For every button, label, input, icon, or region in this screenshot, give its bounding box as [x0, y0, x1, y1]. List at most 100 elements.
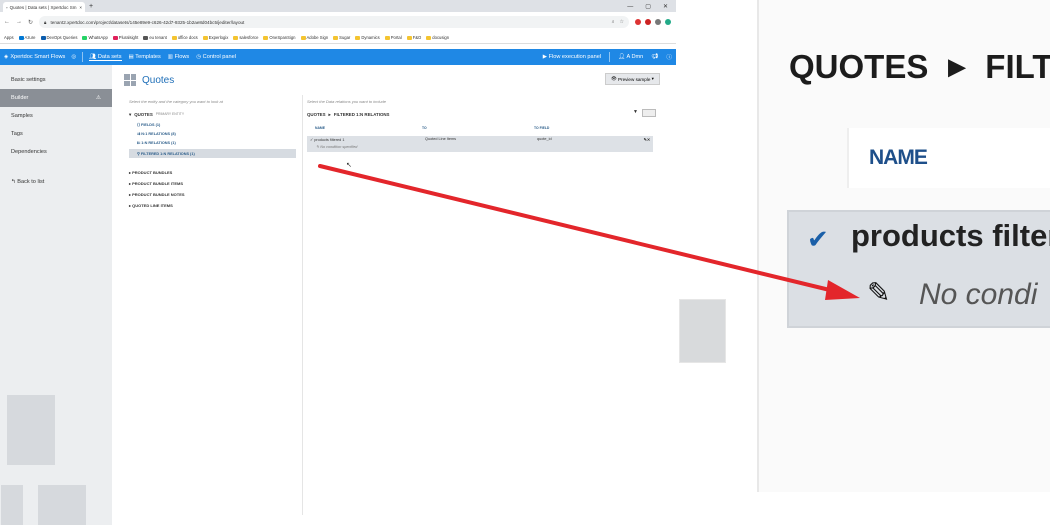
tree-item-label: FILTERED 1:N RELATIONS (1): [140, 152, 195, 156]
tree-children: ⟨⟩ FIELDS (1) ⇉ N:1 RELATIONS (8) ⇇ 1:N …: [129, 122, 302, 158]
bookmark[interactable]: Dynamics: [355, 35, 380, 40]
pluralsight-icon: [112, 35, 118, 40]
sidebar-item-tags[interactable]: Tags: [0, 125, 112, 143]
url-tools: ⌕ ☆: [612, 19, 624, 25]
sidebar-item-basic-settings[interactable]: Basic settings: [0, 71, 112, 89]
minimize-button[interactable]: —: [627, 2, 633, 12]
tab-title: Quotes | Data sets | Xpertdoc Sm: [9, 4, 77, 10]
folder-icon: [300, 35, 306, 40]
entity-hint: Select the entity and the category you w…: [129, 99, 223, 104]
tree-root-quotes[interactable]: ▾ QUOTES PRIMARY ENTITY: [129, 112, 302, 118]
puzzle-icon[interactable]: [655, 19, 662, 25]
close-tab-icon[interactable]: ×: [79, 5, 82, 10]
view-options-button[interactable]: [642, 109, 656, 117]
forward-arrow-icon[interactable]: →: [16, 19, 22, 25]
entity-item[interactable]: ▸ PRODUCT BUNDLES: [129, 170, 302, 175]
sidebar-item-samples[interactable]: Samples: [0, 107, 112, 125]
entity-item[interactable]: ▸ QUOTED LINE ITEMS: [129, 203, 302, 208]
sidebar-item-dependencies[interactable]: Dependencies: [0, 143, 112, 161]
preview-sample-button[interactable]: 👁︎ Preview sample ▾: [604, 73, 660, 85]
page-header: Quotes: [112, 65, 676, 95]
info-icon[interactable]: ⓘ: [666, 53, 672, 61]
bookmark[interactable]: WhatsApp: [82, 35, 108, 40]
row-condition[interactable]: ✎ No condition specified: [316, 144, 650, 149]
extension-icon[interactable]: [635, 19, 642, 25]
bookmark[interactable]: Pluralsight: [112, 35, 138, 40]
entity-panel: Select the entity and the category you w…: [112, 95, 303, 515]
nav-flows[interactable]: ▥ Flows: [168, 54, 189, 61]
folder-icon: [171, 35, 177, 40]
bookmark[interactable]: Portal: [384, 35, 402, 40]
tree-item-n1-relations[interactable]: ⇉ N:1 RELATIONS (8): [137, 131, 302, 136]
maximize-button[interactable]: ▢: [645, 2, 651, 12]
bookmark[interactable]: Experlogix: [202, 35, 228, 40]
tree-item-filtered-1n-relations[interactable]: ⚲ FILTERED 1:N RELATIONS (1): [129, 149, 296, 158]
bookmark[interactable]: Sugar: [333, 35, 350, 40]
bookmark[interactable]: DevOps Queries: [40, 35, 77, 40]
entity-item[interactable]: ▸ PRODUCT BUNDLE ITEMS: [129, 181, 302, 186]
zoom-inset: QUOTES ▶ FILTE NAME ✔ products filter ✎ …: [757, 0, 1050, 492]
zoom-table-row: ✔ products filter ✎ No condi: [787, 210, 1050, 328]
close-window-button[interactable]: ✕: [663, 2, 668, 12]
breadcrumb-separator-icon: ▸: [328, 112, 331, 117]
delete-icon[interactable]: ✕: [647, 138, 650, 142]
sidebar-item-label: Samples: [11, 113, 33, 119]
entity-label: PRODUCT BUNDLE NOTES: [132, 192, 185, 197]
bookmark[interactable]: OneSpanSign: [263, 35, 296, 40]
tree-item-fields[interactable]: ⟨⟩ FIELDS (1): [137, 122, 302, 127]
bookmark[interactable]: salesforce: [233, 35, 258, 40]
bookmark[interactable]: Apps: [4, 35, 14, 40]
zoom-icon[interactable]: ⌕: [612, 19, 615, 25]
bookmark[interactable]: office docs: [171, 35, 198, 40]
entity-item[interactable]: ▸ PRODUCT BUNDLE NOTES: [129, 192, 302, 197]
extension-icon[interactable]: [645, 19, 652, 25]
bookmark[interactable]: docusign: [426, 35, 449, 40]
folder-icon: [426, 35, 432, 40]
url-field[interactable]: 🔒︎ tenant2.xpertdoc.com/project/datasets…: [39, 16, 630, 28]
brand[interactable]: ◈ Xpertdoc Smart Flows: [4, 54, 65, 60]
new-tab-button[interactable]: +: [89, 2, 93, 12]
nav-templates[interactable]: ▤ Templates: [129, 54, 161, 61]
pencil-icon: ✎: [867, 277, 891, 308]
bookmark[interactable]: F&O: [406, 35, 421, 40]
bookmarks-bar: Apps Azure DevOps Queries WhatsApp Plura…: [0, 32, 676, 44]
filter-icon[interactable]: ▼: [633, 109, 638, 117]
nav-data-sets[interactable]: 👥︎ Data sets: [89, 53, 122, 61]
column-header[interactable]: TO FIELD: [534, 126, 549, 130]
reload-icon[interactable]: ↻: [28, 19, 33, 26]
entity-label: QUOTED LINE ITEMS: [132, 203, 173, 208]
notification-icon[interactable]: 📢︎: [651, 54, 658, 60]
relations-toolbar: ▼: [633, 109, 656, 117]
breadcrumb-item[interactable]: QUOTES: [307, 112, 326, 118]
bookmark[interactable]: Adobe Sign: [300, 35, 328, 40]
browser-tab[interactable]: ▫ Quotes | Data sets | Xpertdoc Sm ×: [3, 2, 85, 12]
back-to-list-link[interactable]: ↰ Back to list: [0, 173, 112, 191]
tree-item-1n-relations[interactable]: ⇇ 1:N RELATIONS (1): [137, 140, 302, 145]
bookmark-label: OneSpanSign: [269, 35, 296, 40]
nav-label: Data sets: [97, 53, 122, 60]
tenant-icon: [143, 35, 149, 40]
menu-kebab-icon[interactable]: ⋮: [675, 19, 676, 26]
row-main: ✓ products filtered 1 Quoted Line Items …: [310, 137, 650, 142]
bookmark[interactable]: eu tenant: [143, 35, 167, 40]
bookmark[interactable]: Azure: [18, 35, 36, 40]
warning-icon: ⚠: [95, 95, 101, 101]
help-icon[interactable]: ◎: [71, 54, 76, 60]
sidebar-item-builder[interactable]: Builder ⚠: [0, 89, 112, 107]
column-header[interactable]: TO: [422, 126, 534, 130]
star-icon[interactable]: ☆: [620, 19, 624, 25]
profile-icon[interactable]: [665, 19, 672, 25]
bookmark-label: Apps: [4, 35, 14, 40]
flow-execution-panel-button[interactable]: ▶ Flow execution panel: [543, 54, 601, 60]
table-row[interactable]: ✓ products filtered 1 Quoted Line Items …: [307, 136, 653, 152]
user-menu[interactable]: 👤︎ A Dmn: [618, 54, 643, 60]
user-name: A Dmn: [626, 54, 644, 60]
bookmark-label: Portal: [390, 35, 402, 40]
column-header[interactable]: NAME: [307, 126, 422, 130]
preview-label: Preview sample: [617, 76, 651, 82]
divider: [609, 52, 611, 62]
folder-icon: [202, 35, 208, 40]
breadcrumb: QUOTES ▸ FILTERED 1:N RELATIONS: [307, 112, 676, 118]
nav-control-panel[interactable]: ◷ Control panel: [196, 54, 236, 61]
back-arrow-icon[interactable]: ←: [4, 19, 10, 25]
